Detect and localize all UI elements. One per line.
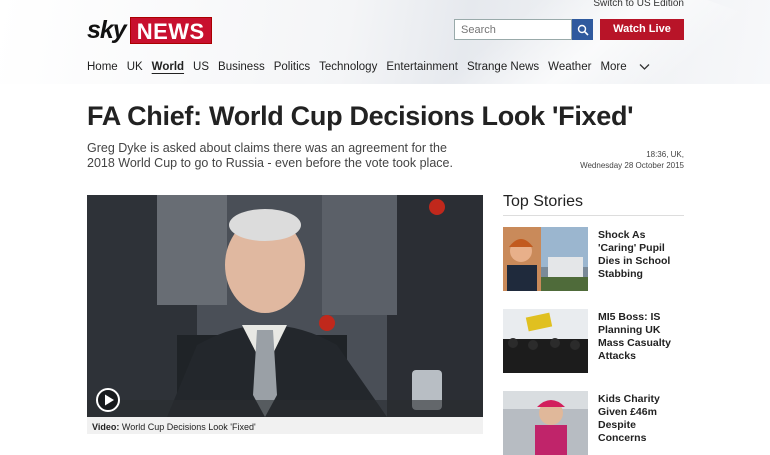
story-title[interactable]: Kids Charity Given £46m Despite Concerns (598, 391, 684, 455)
logo-sky-text: sky (87, 16, 127, 44)
nav-item-entertainment[interactable]: Entertainment (386, 61, 458, 73)
video-caption: Video: World Cup Decisions Look 'Fixed' (87, 417, 483, 434)
story-thumbnail[interactable] (503, 227, 588, 291)
nav-item-politics[interactable]: Politics (274, 61, 310, 73)
article-headline: FA Chief: World Cup Decisions Look 'Fixe… (87, 101, 634, 131)
nav-item-us[interactable]: US (193, 61, 209, 73)
search-icon (577, 24, 589, 36)
site-header: Switch to US Edition sky NEWS Watch Live… (0, 0, 770, 84)
nav-item-uk[interactable]: UK (127, 61, 143, 73)
story-image-pupil (503, 227, 588, 291)
video-caption-label: Video: (92, 422, 120, 432)
sky-news-logo[interactable]: sky NEWS (87, 16, 212, 45)
article-timestamp: 18:36, UK, Wednesday 28 October 2015 (580, 149, 684, 171)
video-caption-text: World Cup Decisions Look 'Fixed' (121, 422, 256, 432)
top-story-item[interactable]: Shock As 'Caring' Pupil Dies in School S… (503, 227, 684, 291)
article-date: Wednesday 28 October 2015 (580, 161, 684, 170)
logo-news-text: NEWS (129, 17, 212, 44)
play-icon[interactable] (95, 387, 121, 413)
edition-switch-link[interactable]: Switch to US Edition (593, 0, 684, 9)
nav-item-weather[interactable]: Weather (548, 61, 591, 73)
nav-more-menu[interactable]: More (600, 61, 650, 73)
video-player[interactable] (87, 195, 483, 417)
nav-item-home[interactable]: Home (87, 61, 118, 73)
search-input[interactable] (454, 19, 572, 40)
video-still-image (87, 195, 483, 417)
article-standfirst: Greg Dyke is asked about claims there wa… (87, 141, 453, 170)
search-button[interactable] (572, 19, 593, 40)
nav-item-technology[interactable]: Technology (319, 61, 377, 73)
story-thumbnail[interactable] (503, 309, 588, 373)
nav-item-business[interactable]: Business (218, 61, 265, 73)
story-image-charity (503, 391, 588, 455)
nav-item-strange-news[interactable]: Strange News (467, 61, 539, 73)
nav-item-world[interactable]: World (152, 61, 184, 73)
watch-live-button[interactable]: Watch Live (600, 19, 684, 40)
story-title[interactable]: MI5 Boss: IS Planning UK Mass Casualty A… (598, 309, 684, 373)
top-stories-heading: Top Stories (503, 193, 684, 216)
story-image-protest (503, 309, 588, 373)
top-story-item[interactable]: Kids Charity Given £46m Despite Concerns (503, 391, 684, 455)
story-title[interactable]: Shock As 'Caring' Pupil Dies in School S… (598, 227, 684, 291)
story-thumbnail[interactable] (503, 391, 588, 455)
top-story-item[interactable]: MI5 Boss: IS Planning UK Mass Casualty A… (503, 309, 684, 373)
nav-more-label: More (600, 61, 627, 73)
article-time: 18:36, UK, (646, 150, 684, 159)
chevron-down-icon (639, 64, 650, 70)
main-nav: Home UK World US Business Politics Techn… (87, 61, 659, 73)
